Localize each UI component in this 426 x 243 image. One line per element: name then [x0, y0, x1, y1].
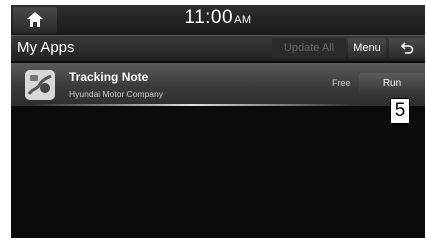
clock: 11:00AM	[11, 7, 425, 29]
page-title: My Apps	[17, 39, 75, 56]
back-button[interactable]	[389, 38, 425, 58]
menu-button[interactable]: Menu	[348, 38, 386, 58]
head-unit-screen: 11:00AM My Apps Update All Menu Tracking…	[11, 5, 425, 238]
update-all-button[interactable]: Update All	[272, 38, 346, 58]
app-name: Tracking Note	[69, 70, 149, 84]
app-company: Hyundai Motor Company	[69, 89, 164, 99]
status-bar: 11:00AM	[11, 5, 425, 35]
callout-label: 5	[390, 98, 410, 124]
clock-time: 11:00	[184, 7, 234, 28]
title-bar: My Apps Update All Menu	[11, 35, 425, 61]
clock-ampm: AM	[234, 14, 252, 26]
tracking-note-app-icon	[25, 70, 55, 100]
back-arrow-icon	[400, 42, 414, 54]
run-button[interactable]: Run	[359, 73, 425, 95]
app-price: Free	[332, 78, 351, 88]
app-list-item[interactable]: Tracking Note Hyundai Motor Company Free…	[11, 63, 425, 106]
